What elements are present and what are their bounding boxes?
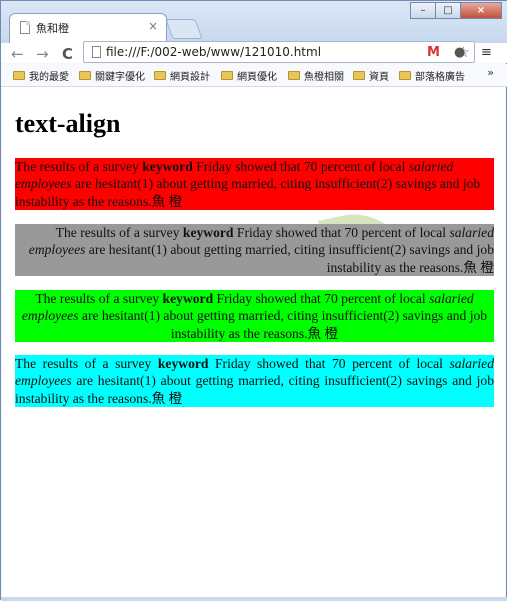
document-icon (20, 21, 30, 34)
reload-icon[interactable]: C (62, 45, 73, 63)
tab-title: 魚和橙 (36, 22, 69, 35)
text-align-left-block: The results of a survey keyword Friday s… (15, 158, 494, 210)
text-align-center-block: The results of a survey keyword Friday s… (15, 290, 494, 342)
browser-window: 魚和橙 × – □ × ← → C file:///F:/002-web/www… (0, 0, 507, 601)
tab-close-icon[interactable]: × (148, 19, 158, 33)
bookmark-folder[interactable]: 資頁 (353, 68, 389, 83)
text-align-right-block: The results of a survey keyword Friday s… (15, 224, 494, 276)
address-bar[interactable]: file:///F:/002-web/www/121010.html ☆ (83, 41, 475, 63)
gmail-icon[interactable]: M (427, 45, 440, 60)
new-tab-button[interactable] (165, 19, 203, 39)
bookmark-folder[interactable]: 魚橙相關 (288, 68, 344, 83)
maximize-button[interactable]: □ (435, 2, 461, 19)
minimize-button[interactable]: – (410, 2, 436, 19)
window-controls: – □ × (410, 2, 502, 19)
bookmark-folder[interactable]: 關鍵字優化 (79, 68, 145, 83)
bookmarks-bar: 我的最愛 關鍵字優化 網頁設計 網頁優化 魚橙相關 資頁 部落格廣告 » (1, 64, 507, 87)
folder-icon (79, 71, 91, 80)
folder-icon (13, 71, 25, 80)
back-arrow-icon[interactable]: ← (11, 45, 24, 63)
browser-tab[interactable]: 魚和橙 × (9, 13, 167, 43)
page-heading: text-align (15, 109, 121, 138)
folder-icon (288, 71, 300, 80)
folder-icon (154, 71, 166, 80)
bookmark-folder[interactable]: 網頁設計 (154, 68, 210, 83)
address-url[interactable]: file:///F:/002-web/www/121010.html (106, 45, 321, 59)
close-button[interactable]: × (460, 2, 502, 19)
forward-arrow-icon[interactable]: → (36, 45, 49, 63)
folder-icon (399, 71, 411, 80)
title-bar: 魚和橙 × – □ × (1, 1, 507, 43)
bookmark-folder[interactable]: 部落格廣告 (399, 68, 465, 83)
text-align-justify-block: The results of a survey keyword Friday s… (15, 355, 494, 407)
folder-icon (221, 71, 233, 80)
menu-icon[interactable]: ≡ (481, 45, 492, 60)
bookmarks-more-icon[interactable]: » (487, 66, 494, 79)
folder-icon (353, 71, 365, 80)
page-icon (92, 46, 101, 58)
bookmark-folder[interactable]: 我的最愛 (13, 68, 69, 83)
bookmark-folder[interactable]: 網頁優化 (221, 68, 277, 83)
page-content: text-align The results of a survey keywo… (2, 87, 505, 597)
extension-icon[interactable]: ● (454, 45, 465, 60)
window-bottom-border (1, 597, 507, 601)
